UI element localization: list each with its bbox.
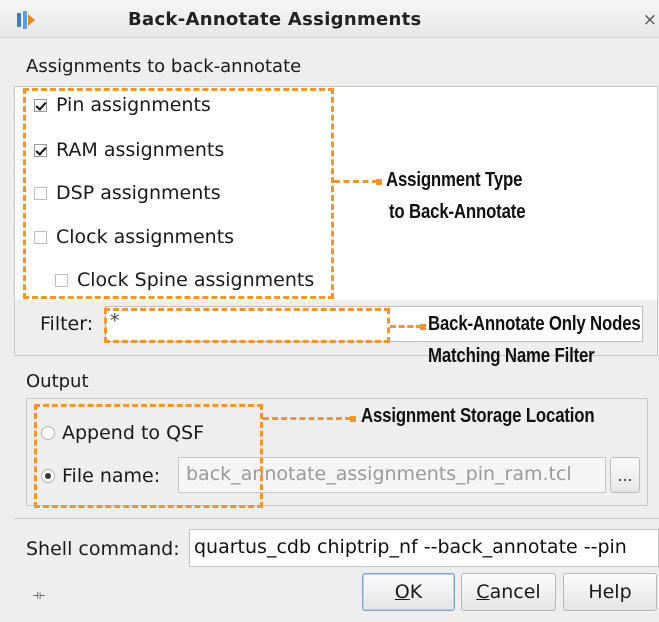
ok-mnemonic: O [394,581,410,603]
ok-label-rest: K [409,581,423,603]
separator [14,518,659,519]
filter-callout-box [104,308,390,343]
help-button[interactable]: Help [563,573,657,611]
close-icon[interactable]: × [643,10,657,30]
browse-button[interactable]: ... [610,457,640,493]
resize-grip-icon[interactable]: ⟛ [33,588,45,603]
assignment-type-leader [334,180,378,183]
ok-button[interactable]: OK [362,573,455,611]
quartus-app-icon [17,11,35,29]
filter-callout-line1: Back-Annotate Only Nodes [428,313,641,335]
storage-leader-tip [350,416,356,422]
cancel-mnemonic: C [476,581,490,603]
cancel-button[interactable]: Cancel [461,573,556,611]
filter-callout-line2: Matching Name Filter [428,345,595,367]
assignments-group-label: Assignments to back-annotate [26,56,302,77]
assignment-type-callout-line1: Assignment Type [386,169,523,191]
assignment-type-callout-box [23,88,334,299]
title-bar[interactable]: Back-Annotate Assignments × [0,0,659,38]
storage-callout-text: Assignment Storage Location [361,405,595,427]
shell-command-field[interactable]: quartus_cdb chiptrip_nf --back_annotate … [189,529,659,567]
window-title: Back-Annotate Assignments [128,9,422,30]
cancel-label-rest: ancel [489,581,541,603]
filter-leader-tip [420,324,426,330]
assignment-type-leader-tip [376,179,382,185]
storage-callout-box [34,404,263,508]
output-group-label: Output [26,371,89,392]
shell-command-label: Shell command: [26,538,180,560]
assignment-type-callout-line2: to Back-Annotate [389,201,526,223]
storage-leader [263,417,351,420]
filter-leader [390,325,422,328]
back-annotate-dialog: Back-Annotate Assignments × Assignments … [0,0,659,622]
filter-label: Filter: [40,313,94,335]
